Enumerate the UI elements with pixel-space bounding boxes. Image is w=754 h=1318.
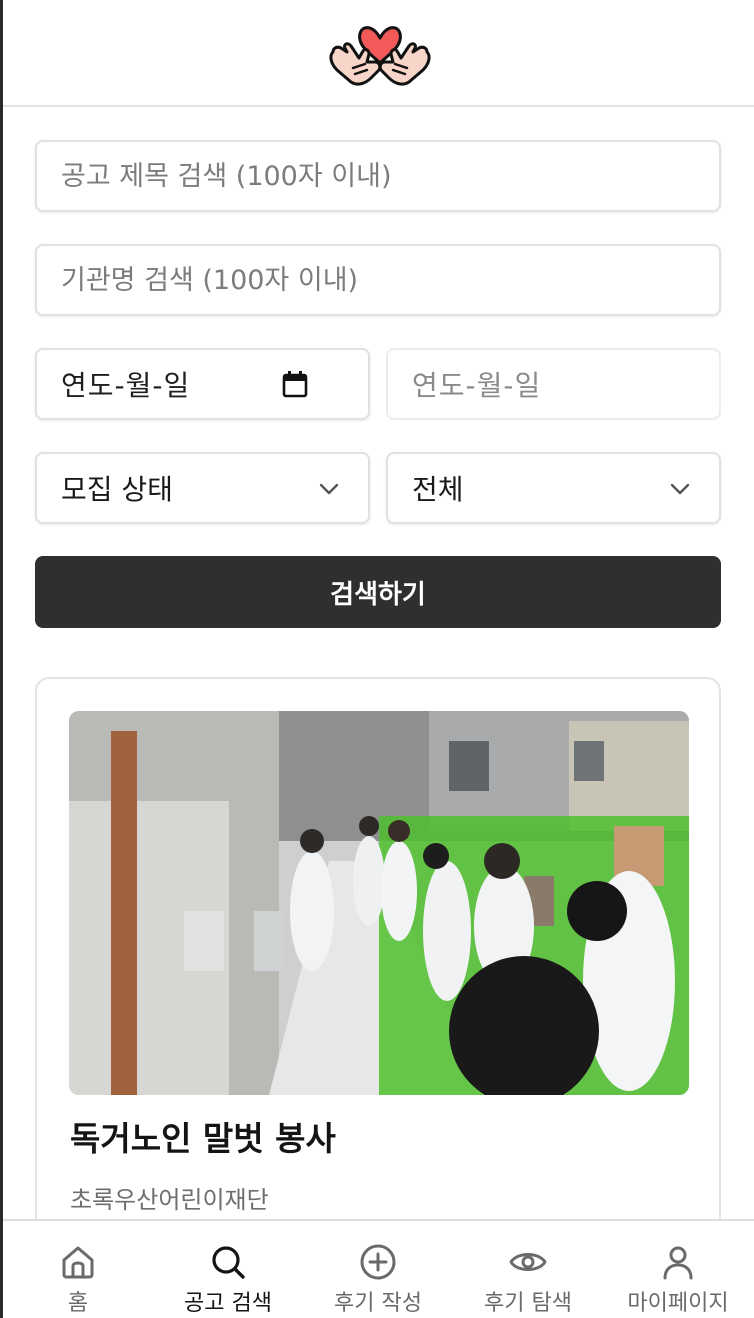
title-search-field[interactable]	[35, 140, 721, 212]
post-photo	[69, 711, 689, 1095]
chevron-down-icon	[319, 483, 339, 495]
app-header	[3, 0, 754, 107]
end-date-field[interactable]: 연도-월-일	[386, 348, 721, 420]
nav-label-home: 홈	[67, 1291, 89, 1316]
org-search-field[interactable]	[35, 244, 721, 316]
category-select-value: 전체	[412, 473, 464, 506]
nav-item-write-review[interactable]: 후기 작성	[303, 1221, 453, 1318]
status-select-value: 모집 상태	[61, 473, 173, 506]
start-date-field[interactable]: 연도-월-일	[35, 348, 370, 420]
post-organization: 초록우산어린이재단	[70, 1186, 269, 1214]
nav-item-search[interactable]: 공고 검색	[153, 1221, 303, 1318]
user-icon	[663, 1246, 693, 1280]
chevron-down-icon	[670, 483, 690, 495]
home-icon	[62, 1246, 94, 1279]
nav-item-home[interactable]: 홈	[3, 1221, 153, 1318]
org-search-input[interactable]	[37, 246, 719, 314]
nav-label-write-review: 후기 작성	[334, 1291, 422, 1316]
plus-circle-icon	[360, 1244, 396, 1280]
search-icon	[212, 1246, 245, 1279]
search-submit-button[interactable]: 검색하기	[35, 556, 721, 628]
nav-label-browse-review: 후기 탐색	[484, 1291, 572, 1316]
search-submit-label: 검색하기	[330, 579, 426, 610]
post-title[interactable]: 독거노인 말벗 봉사	[70, 1112, 336, 1160]
nav-item-browse-review[interactable]: 후기 탐색	[453, 1221, 603, 1318]
status-select[interactable]: 모집 상태	[35, 452, 370, 524]
bottom-nav: 홈 공고 검색 후기 작성 후기 탐색 마이페이지	[3, 1219, 754, 1318]
end-date-value: 연도-월-일	[412, 369, 542, 402]
category-select[interactable]: 전체	[386, 452, 721, 524]
nav-item-mypage[interactable]: 마이페이지	[603, 1221, 753, 1318]
eye-icon	[509, 1253, 547, 1271]
calendar-icon[interactable]	[282, 370, 308, 398]
nav-label-mypage: 마이페이지	[627, 1291, 729, 1316]
nav-label-search: 공고 검색	[184, 1291, 272, 1316]
title-search-input[interactable]	[37, 142, 719, 210]
start-date-value: 연도-월-일	[61, 369, 191, 402]
heart-hands-logo[interactable]	[323, 16, 437, 88]
